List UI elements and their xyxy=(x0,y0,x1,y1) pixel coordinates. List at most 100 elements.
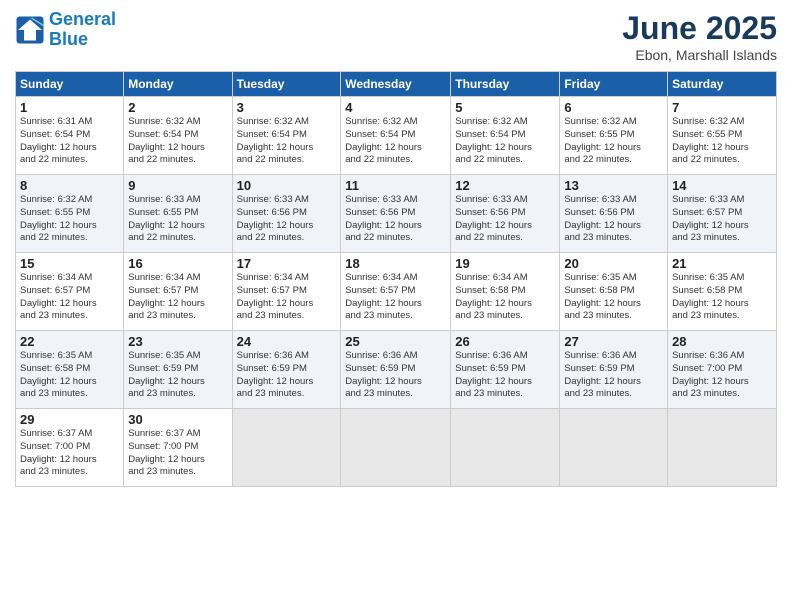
day-cell: 17Sunrise: 6:34 AM Sunset: 6:57 PM Dayli… xyxy=(232,253,341,331)
day-cell: 24Sunrise: 6:36 AM Sunset: 6:59 PM Dayli… xyxy=(232,331,341,409)
day-info: Sunrise: 6:32 AM Sunset: 6:54 PM Dayligh… xyxy=(128,116,227,167)
logo-general: General xyxy=(49,9,116,29)
day-cell: 27Sunrise: 6:36 AM Sunset: 6:59 PM Dayli… xyxy=(560,331,668,409)
day-info: Sunrise: 6:34 AM Sunset: 6:57 PM Dayligh… xyxy=(20,272,119,323)
day-number: 28 xyxy=(672,334,772,349)
day-number: 22 xyxy=(20,334,119,349)
title-block: June 2025 Ebon, Marshall Islands xyxy=(622,10,777,63)
day-cell: 9Sunrise: 6:33 AM Sunset: 6:55 PM Daylig… xyxy=(124,175,232,253)
day-cell: 12Sunrise: 6:33 AM Sunset: 6:56 PM Dayli… xyxy=(451,175,560,253)
day-info: Sunrise: 6:37 AM Sunset: 7:00 PM Dayligh… xyxy=(128,428,227,479)
weekday-saturday: Saturday xyxy=(668,72,777,97)
logo-text: General Blue xyxy=(49,10,116,50)
weekday-monday: Monday xyxy=(124,72,232,97)
location: Ebon, Marshall Islands xyxy=(622,47,777,63)
day-cell: 5Sunrise: 6:32 AM Sunset: 6:54 PM Daylig… xyxy=(451,97,560,175)
day-info: Sunrise: 6:32 AM Sunset: 6:55 PM Dayligh… xyxy=(672,116,772,167)
weekday-friday: Friday xyxy=(560,72,668,97)
day-number: 12 xyxy=(455,178,555,193)
day-info: Sunrise: 6:32 AM Sunset: 6:55 PM Dayligh… xyxy=(564,116,663,167)
day-cell: 20Sunrise: 6:35 AM Sunset: 6:58 PM Dayli… xyxy=(560,253,668,331)
day-info: Sunrise: 6:34 AM Sunset: 6:57 PM Dayligh… xyxy=(128,272,227,323)
logo-blue: Blue xyxy=(49,29,88,49)
day-number: 25 xyxy=(345,334,446,349)
day-number: 24 xyxy=(237,334,337,349)
day-cell: 3Sunrise: 6:32 AM Sunset: 6:54 PM Daylig… xyxy=(232,97,341,175)
day-cell: 16Sunrise: 6:34 AM Sunset: 6:57 PM Dayli… xyxy=(124,253,232,331)
week-row-5: 29Sunrise: 6:37 AM Sunset: 7:00 PM Dayli… xyxy=(16,409,777,487)
day-cell: 11Sunrise: 6:33 AM Sunset: 6:56 PM Dayli… xyxy=(341,175,451,253)
day-number: 17 xyxy=(237,256,337,271)
day-number: 13 xyxy=(564,178,663,193)
weekday-header-row: SundayMondayTuesdayWednesdayThursdayFrid… xyxy=(16,72,777,97)
logo-icon xyxy=(15,15,45,45)
day-info: Sunrise: 6:35 AM Sunset: 6:58 PM Dayligh… xyxy=(564,272,663,323)
day-cell xyxy=(232,409,341,487)
weekday-sunday: Sunday xyxy=(16,72,124,97)
day-number: 9 xyxy=(128,178,227,193)
day-info: Sunrise: 6:34 AM Sunset: 6:57 PM Dayligh… xyxy=(345,272,446,323)
day-info: Sunrise: 6:34 AM Sunset: 6:58 PM Dayligh… xyxy=(455,272,555,323)
day-number: 19 xyxy=(455,256,555,271)
week-row-3: 15Sunrise: 6:34 AM Sunset: 6:57 PM Dayli… xyxy=(16,253,777,331)
day-number: 8 xyxy=(20,178,119,193)
day-number: 6 xyxy=(564,100,663,115)
day-number: 20 xyxy=(564,256,663,271)
day-cell: 23Sunrise: 6:35 AM Sunset: 6:59 PM Dayli… xyxy=(124,331,232,409)
week-row-4: 22Sunrise: 6:35 AM Sunset: 6:58 PM Dayli… xyxy=(16,331,777,409)
day-cell: 18Sunrise: 6:34 AM Sunset: 6:57 PM Dayli… xyxy=(341,253,451,331)
day-info: Sunrise: 6:33 AM Sunset: 6:56 PM Dayligh… xyxy=(564,194,663,245)
day-number: 14 xyxy=(672,178,772,193)
day-number: 10 xyxy=(237,178,337,193)
day-cell: 26Sunrise: 6:36 AM Sunset: 6:59 PM Dayli… xyxy=(451,331,560,409)
day-number: 27 xyxy=(564,334,663,349)
week-row-2: 8Sunrise: 6:32 AM Sunset: 6:55 PM Daylig… xyxy=(16,175,777,253)
day-cell: 2Sunrise: 6:32 AM Sunset: 6:54 PM Daylig… xyxy=(124,97,232,175)
day-cell: 13Sunrise: 6:33 AM Sunset: 6:56 PM Dayli… xyxy=(560,175,668,253)
day-number: 1 xyxy=(20,100,119,115)
day-cell xyxy=(341,409,451,487)
day-number: 26 xyxy=(455,334,555,349)
day-number: 18 xyxy=(345,256,446,271)
day-info: Sunrise: 6:35 AM Sunset: 6:58 PM Dayligh… xyxy=(20,350,119,401)
day-info: Sunrise: 6:32 AM Sunset: 6:55 PM Dayligh… xyxy=(20,194,119,245)
day-info: Sunrise: 6:34 AM Sunset: 6:57 PM Dayligh… xyxy=(237,272,337,323)
day-info: Sunrise: 6:36 AM Sunset: 6:59 PM Dayligh… xyxy=(564,350,663,401)
day-cell: 1Sunrise: 6:31 AM Sunset: 6:54 PM Daylig… xyxy=(16,97,124,175)
day-info: Sunrise: 6:33 AM Sunset: 6:56 PM Dayligh… xyxy=(345,194,446,245)
day-number: 23 xyxy=(128,334,227,349)
calendar: SundayMondayTuesdayWednesdayThursdayFrid… xyxy=(15,71,777,487)
day-cell: 14Sunrise: 6:33 AM Sunset: 6:57 PM Dayli… xyxy=(668,175,777,253)
weekday-tuesday: Tuesday xyxy=(232,72,341,97)
day-cell: 28Sunrise: 6:36 AM Sunset: 7:00 PM Dayli… xyxy=(668,331,777,409)
day-cell: 21Sunrise: 6:35 AM Sunset: 6:58 PM Dayli… xyxy=(668,253,777,331)
day-number: 30 xyxy=(128,412,227,427)
day-cell: 7Sunrise: 6:32 AM Sunset: 6:55 PM Daylig… xyxy=(668,97,777,175)
day-number: 5 xyxy=(455,100,555,115)
day-info: Sunrise: 6:33 AM Sunset: 6:57 PM Dayligh… xyxy=(672,194,772,245)
day-cell: 25Sunrise: 6:36 AM Sunset: 6:59 PM Dayli… xyxy=(341,331,451,409)
day-number: 11 xyxy=(345,178,446,193)
day-info: Sunrise: 6:35 AM Sunset: 6:59 PM Dayligh… xyxy=(128,350,227,401)
day-info: Sunrise: 6:32 AM Sunset: 6:54 PM Dayligh… xyxy=(455,116,555,167)
day-cell xyxy=(451,409,560,487)
day-number: 7 xyxy=(672,100,772,115)
weekday-wednesday: Wednesday xyxy=(341,72,451,97)
day-number: 3 xyxy=(237,100,337,115)
day-number: 2 xyxy=(128,100,227,115)
day-cell: 8Sunrise: 6:32 AM Sunset: 6:55 PM Daylig… xyxy=(16,175,124,253)
day-cell: 30Sunrise: 6:37 AM Sunset: 7:00 PM Dayli… xyxy=(124,409,232,487)
day-info: Sunrise: 6:33 AM Sunset: 6:56 PM Dayligh… xyxy=(455,194,555,245)
day-cell: 10Sunrise: 6:33 AM Sunset: 6:56 PM Dayli… xyxy=(232,175,341,253)
day-info: Sunrise: 6:33 AM Sunset: 6:55 PM Dayligh… xyxy=(128,194,227,245)
day-cell xyxy=(560,409,668,487)
day-info: Sunrise: 6:36 AM Sunset: 6:59 PM Dayligh… xyxy=(455,350,555,401)
day-number: 4 xyxy=(345,100,446,115)
day-cell: 29Sunrise: 6:37 AM Sunset: 7:00 PM Dayli… xyxy=(16,409,124,487)
weekday-thursday: Thursday xyxy=(451,72,560,97)
week-row-1: 1Sunrise: 6:31 AM Sunset: 6:54 PM Daylig… xyxy=(16,97,777,175)
month-title: June 2025 xyxy=(622,10,777,47)
day-info: Sunrise: 6:32 AM Sunset: 6:54 PM Dayligh… xyxy=(237,116,337,167)
day-info: Sunrise: 6:37 AM Sunset: 7:00 PM Dayligh… xyxy=(20,428,119,479)
day-info: Sunrise: 6:31 AM Sunset: 6:54 PM Dayligh… xyxy=(20,116,119,167)
